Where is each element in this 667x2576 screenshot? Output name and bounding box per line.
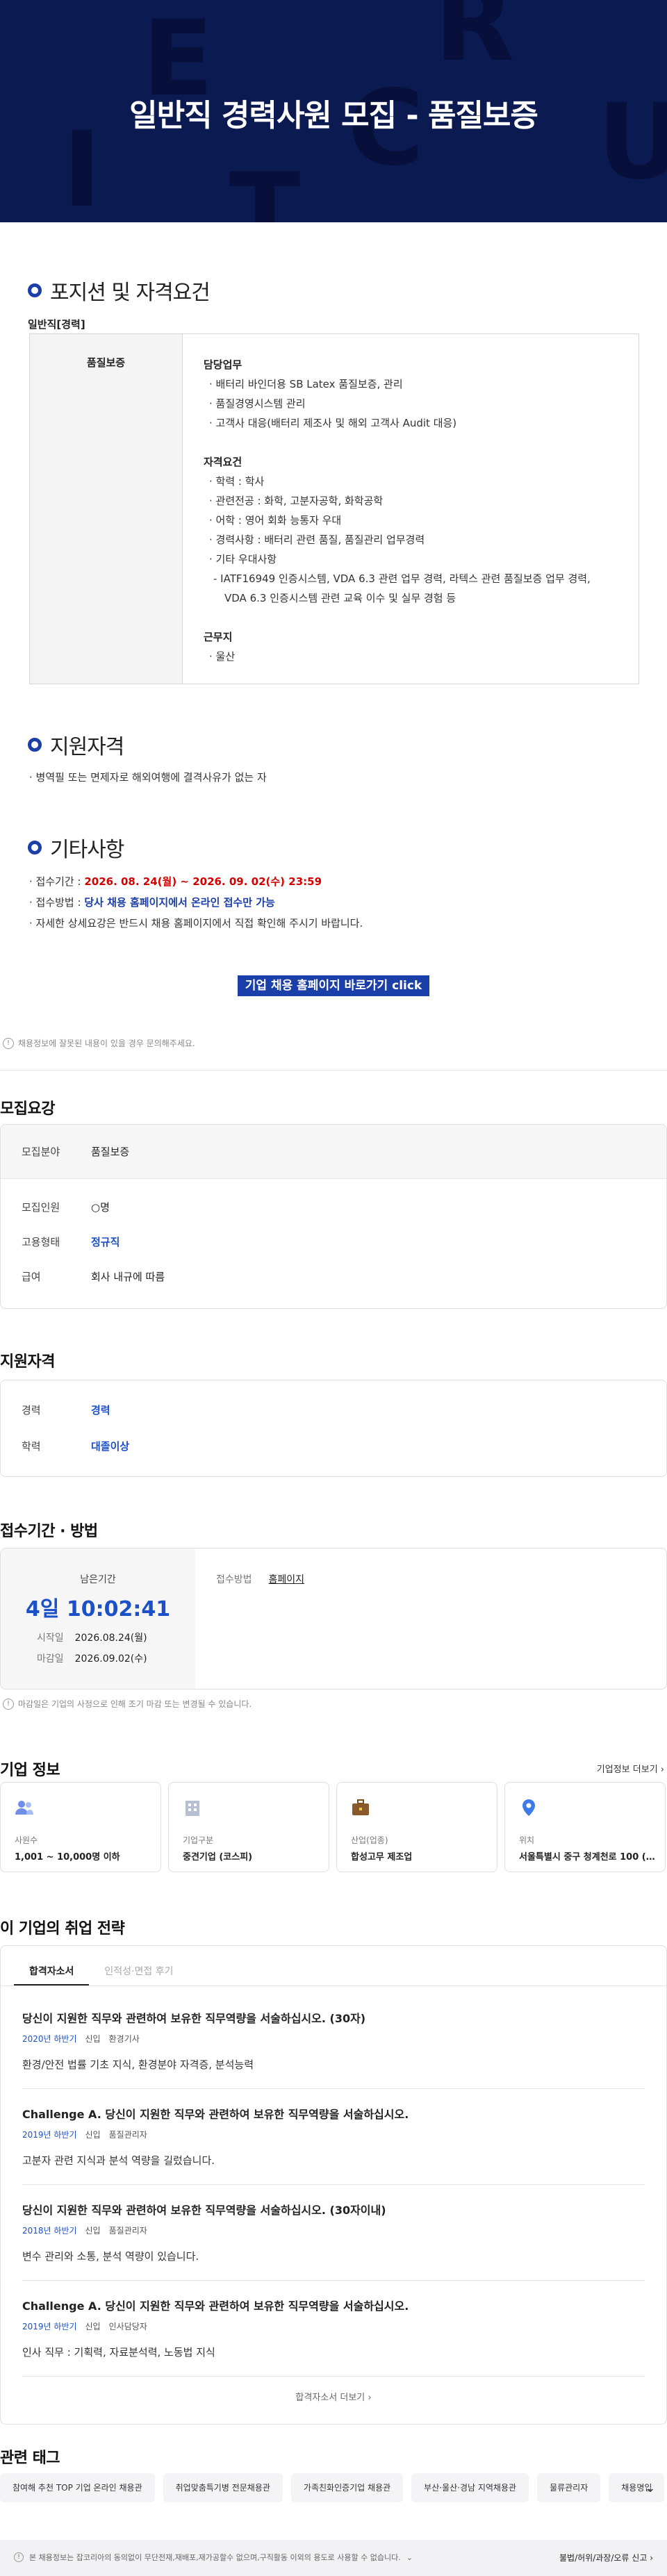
apply-title: 접수기간 · 방법 [0, 1523, 98, 1540]
job-title: 일반직 경력사원 모집 - 품질보증 [129, 98, 538, 133]
footer-bar: ! 본 채용정보는 잡코리아의 동의없이 무단전재,재배포,재가공할수 없으며,… [0, 2540, 667, 2576]
bullet-ring-icon [28, 738, 42, 752]
info-icon: ! [3, 1698, 14, 1710]
info-icon: ! [3, 1037, 14, 1049]
cover-letter-item[interactable]: 당신이 지원한 직무와 관련하여 보유한 직무역량을 서술하십시오. (30자이… [22, 2201, 641, 2263]
cover-letter-item[interactable]: Challenge A. 당신이 지원한 직무와 관련하여 보유한 직무역량을 … [22, 2105, 641, 2168]
qualification-row: 학력 대졸이상 [22, 1440, 130, 1453]
method-line: · 접수방법 : 당사 채용 홈페이지에서 온라인 접수만 가능 [29, 896, 275, 909]
start-date-row: 시작일 2026.08.24(월) [37, 1633, 147, 1644]
location-item: · 울산 [209, 650, 236, 663]
bullet-ring-icon [28, 283, 42, 297]
report-notice: ! 채용정보에 잘못된 내용이 있을 경우 문의해주세요. [3, 1037, 195, 1049]
report-link[interactable]: 불법/허위/과장/오류 신고 › [559, 2552, 653, 2563]
remain-timer: 4일 10:02:41 [25, 1597, 171, 1621]
hero-letter: T [229, 151, 301, 222]
info-icon: ! [14, 2552, 24, 2562]
summary-box: 모집분야 품질보증 모집인원 ○명 고용형태 정규직 급여 회사 내규에 따름 [0, 1124, 667, 1309]
position-heading: 포지션 및 자격요건 [28, 275, 211, 306]
tab-cover-letters[interactable]: 합격자소서 [14, 1958, 90, 1985]
qual-item: · 기타 우대사항 [209, 553, 277, 565]
people-icon [15, 1801, 33, 1815]
company-homepage-link[interactable]: 기업 채용 홈페이지 바로가기 click [238, 975, 429, 996]
apply-method-row: 접수방법 홈페이지 [216, 1572, 304, 1586]
qual-title: 자격요건 [204, 456, 242, 468]
timer-panel: 남은기간 4일 10:02:41 시작일 2026.08.24(월) 마감일 202… [1, 1549, 195, 1689]
chevron-down-icon[interactable]: ⌄ [641, 2479, 660, 2498]
cover-letter-item[interactable]: Challenge A. 당신이 지원한 직무와 관련하여 보유한 직무역량을 … [22, 2297, 641, 2359]
end-date-row: 마감일 2026.09.02(수) [37, 1653, 147, 1665]
tag-chip[interactable]: 취업맞춤특기병 전문채용관 [163, 2473, 283, 2502]
etc-heading: 기타사항 [28, 832, 124, 863]
divider [0, 1070, 667, 1071]
company-card-employees: 사원수 1,001 ~ 10,000명 이하 [0, 1782, 161, 1872]
copyright-notice: ! 본 채용정보는 잡코리아의 동의없이 무단전재,재배포,재가공할수 없으며,… [14, 2552, 413, 2563]
company-title: 기업 정보 [0, 1762, 60, 1779]
apply-box: 남은기간 4일 10:02:41 시작일 2026.08.24(월) 마감일 202… [0, 1548, 667, 1690]
qualification-title: 지원자격 [0, 1353, 55, 1371]
tag-chip[interactable]: 참여해 추천 TOP 기업 온라인 채용관 [0, 2473, 155, 2502]
company-card-industry: 산업(업종) 합성고무 제조업 [336, 1782, 497, 1872]
etc-list: · 접수기간 : 2026. 08. 24(월) ~ 2026. 09. 02(… [29, 871, 363, 934]
summary-title: 모집요강 [0, 1100, 55, 1118]
duty-item: · 배터리 바인더용 SB Latex 품질보증, 관리 [209, 378, 403, 390]
qual-item: · 어학 : 영어 회화 능통자 우대 [209, 514, 342, 527]
pref-item: - IATF16949 인증시스템, VDA 6.3 관련 업무 경력, 라텍스… [213, 572, 591, 585]
qual-item: · 관련전공 : 화학, 고분자공학, 화학공학 [209, 495, 384, 507]
eligibility-heading: 지원자격 [28, 729, 124, 760]
duty-item: · 품질경영시스템 관리 [209, 397, 306, 410]
duty-table: 품질보증 담당업무 · 배터리 바인더용 SB Latex 품질보증, 관리 ·… [29, 333, 639, 684]
summary-row: 모집인원 ○명 [22, 1201, 110, 1214]
tags-title: 관련 태그 [0, 2450, 60, 2467]
strategy-tabs: 합격자소서 인적성·면접 후기 [14, 1958, 188, 1985]
apply-method-link[interactable]: 홈페이지 [269, 1572, 305, 1586]
briefcase-icon [352, 1799, 369, 1815]
tab-interview-reviews[interactable]: 인적성·면접 후기 [89, 1958, 188, 1985]
summary-row: 모집분야 품질보증 [22, 1146, 130, 1158]
location-pin-icon [522, 1799, 535, 1816]
hero-letter: R [434, 0, 515, 85]
location-title: 근무지 [204, 631, 233, 643]
bullet-ring-icon [28, 841, 42, 854]
tag-chip[interactable]: 부산·울산·경남 지역채용관 [411, 2473, 529, 2502]
qual-item: · 학력 : 학사 [209, 475, 265, 488]
duty-content: 담당업무 · 배터리 바인더용 SB Latex 품질보증, 관리 · 품질경영… [204, 355, 625, 666]
cover-letter-item[interactable]: 당신이 지원한 직무와 관련하여 보유한 직무역량을 서술하십시오. (30자)… [22, 2009, 641, 2072]
company-card-location: 위치 서울특별시 중구 청계천로 100 (… [504, 1782, 666, 1872]
eligibility-text: · 병역필 또는 면제자로 해외여행에 결격사유가 없는 자 [29, 771, 267, 784]
period-line: · 접수기간 : 2026. 08. 24(월) ~ 2026. 09. 02(… [29, 875, 322, 888]
company-more-link[interactable]: 기업정보 더보기 › [597, 1762, 664, 1775]
strategy-title: 이 기업의 취업 전략 [0, 1920, 125, 1938]
detail-line: · 자세한 상세요강은 반드시 채용 홈페이지에서 직접 확인해 주시기 바랍니… [29, 917, 363, 930]
job-hero-banner: E R C I U T 일반직 경력사원 모집 - 품질보증 [0, 0, 667, 222]
summary-row: 고용형태 정규직 [22, 1236, 120, 1248]
duty-item: · 고객사 대응(배터리 제조사 및 해외 고객사 Audit 대응) [209, 417, 457, 429]
tag-chip[interactable]: 물류관리자 [537, 2473, 601, 2502]
position-sub-label: 일반직[경력] [28, 318, 85, 331]
qual-item: · 경력사항 : 배터리 관련 품질, 품질관리 업무경력 [209, 534, 425, 546]
deadline-notice: ! 마감일은 기업의 사정으로 인해 조기 마감 또는 변경될 수 있습니다. [3, 1698, 252, 1710]
company-card-type: 기업구분 중견기업 (코스피) [168, 1782, 329, 1872]
qualification-row: 경력 경력 [22, 1404, 110, 1417]
remain-label: 남은기간 [80, 1574, 116, 1585]
role-cell: 품질보증 [30, 334, 183, 684]
qualification-box: 경력 경력 학력 대졸이상 [0, 1380, 667, 1477]
summary-row: 급여 회사 내규에 따름 [22, 1271, 165, 1283]
cover-letter-more-link[interactable]: 합격자소서 더보기 › [0, 2390, 667, 2403]
tag-chip[interactable]: 가족친화인증기업 채용관 [290, 2473, 404, 2502]
tag-list: 참여해 추천 TOP 기업 온라인 채용관 취업맞춤특기병 전문채용관 가족친화… [0, 2473, 665, 2502]
chevron-down-icon[interactable]: ⌄ [406, 2553, 413, 2562]
building-icon [186, 1801, 199, 1816]
pref-item: VDA 6.3 인증시스템 관련 교육 이수 및 실무 경험 등 [224, 592, 456, 604]
duty-title: 담당업무 [204, 358, 242, 371]
